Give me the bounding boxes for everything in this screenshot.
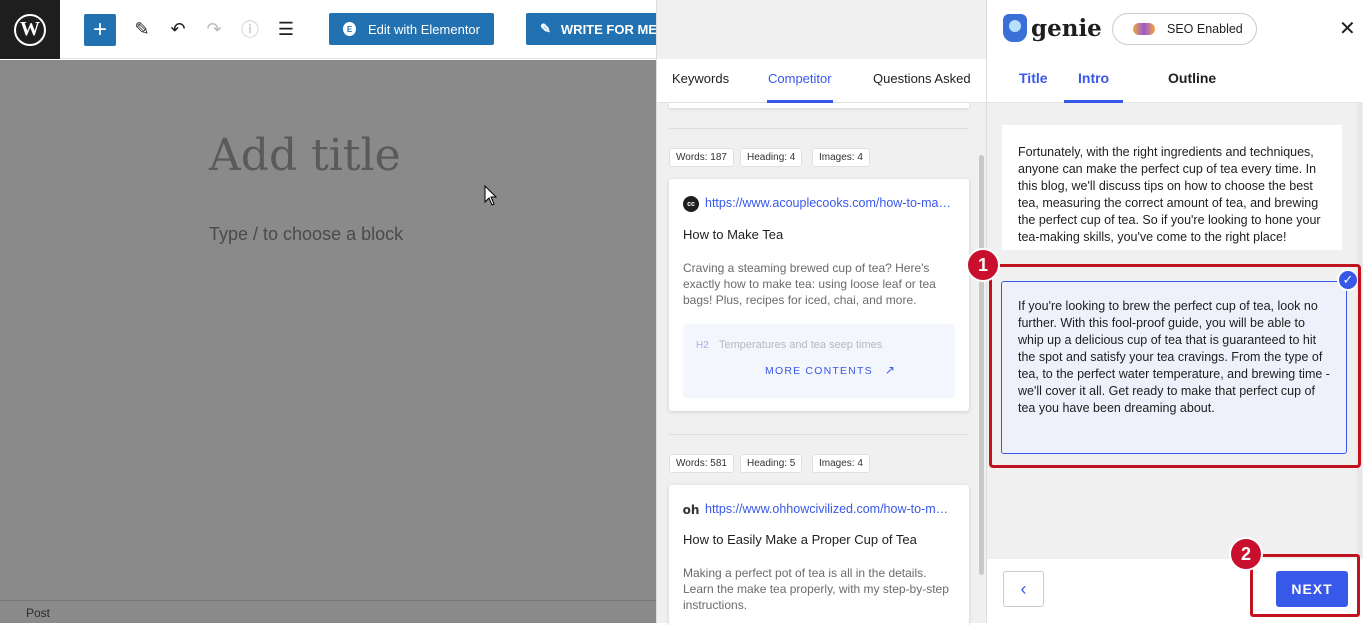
block-placeholder[interactable]: Type / to choose a block xyxy=(209,224,403,245)
panel-scrollbar[interactable] xyxy=(979,155,984,575)
mouse-cursor xyxy=(484,185,498,206)
heading-text: Temperatures and tea seep times xyxy=(719,339,883,351)
wordpress-icon: W xyxy=(14,13,46,46)
write-for-me-label: WRITE FOR ME xyxy=(560,21,656,37)
tab-questions-asked[interactable]: Questions Asked xyxy=(873,59,971,103)
image-count-badge: Images: 4 xyxy=(812,148,870,167)
competitor-title: How to Easily Make a Proper Cup of Tea xyxy=(683,532,917,547)
genie-logo: genie xyxy=(1003,14,1102,42)
back-button[interactable]: ‹ xyxy=(1003,571,1044,607)
list-view-icon[interactable]: ☰ xyxy=(274,17,298,41)
external-arrow-icon: ↗ xyxy=(884,363,897,377)
competitor-card: cc https://www.acouplecooks.com/how-to-m… xyxy=(669,179,969,411)
pencil-icon: ✎ xyxy=(540,21,551,36)
write-for-me-button[interactable]: ✎ WRITE FOR ME xyxy=(526,13,656,45)
research-panel: Keywords Competitor Questions Asked Word… xyxy=(656,0,987,625)
more-contents-link[interactable]: MORE CONTENTS ↗ xyxy=(765,363,896,377)
tab-keywords[interactable]: Keywords xyxy=(672,59,729,103)
word-count-badge: Words: 187 xyxy=(669,148,734,167)
gem-icon xyxy=(1133,23,1155,35)
genie-icon xyxy=(1003,14,1027,42)
research-tabs: Keywords Competitor Questions Asked xyxy=(657,59,987,103)
headings-preview: H2 Temperatures and tea seep times MORE … xyxy=(683,324,955,398)
competitor-title: How to Make Tea xyxy=(683,227,784,242)
competitor-description: Making a perfect pot of tea is all in th… xyxy=(683,566,949,612)
elementor-icon: E xyxy=(343,22,356,36)
post-title-input[interactable]: Add title xyxy=(209,130,401,181)
genie-brand: genie xyxy=(1031,14,1102,42)
pen-icon[interactable]: ✎ xyxy=(130,17,154,41)
highlight-box xyxy=(1250,554,1360,617)
edit-elementor-label: Edit with Elementor xyxy=(368,21,480,37)
competitor-card: oh https://www.ohhowcivilized.com/how-to… xyxy=(669,485,969,625)
competitor-url-link[interactable]: https://www.ohhowcivilized.com/how-to-ma… xyxy=(683,502,953,516)
post-breadcrumb[interactable]: Post xyxy=(26,606,50,620)
competitor-description: Craving a steaming brewed cup of tea? He… xyxy=(683,261,936,307)
info-icon[interactable]: ⓘ xyxy=(238,17,262,41)
competitor-url-link[interactable]: https://www.acouplecooks.com/how-to-make… xyxy=(683,196,953,210)
seo-status-label: SEO Enabled xyxy=(1167,22,1243,36)
wordpress-logo[interactable]: W xyxy=(0,0,60,59)
tab-title[interactable]: Title xyxy=(1019,59,1048,103)
previous-card-edge xyxy=(669,103,969,108)
image-count-badge: Images: 4 xyxy=(812,454,870,473)
editor-canvas[interactable]: Add title Type / to choose a block xyxy=(0,60,656,600)
heading-count-badge: Heading: 4 xyxy=(740,148,803,167)
tab-competitor[interactable]: Competitor xyxy=(767,59,833,103)
redo-icon[interactable]: ↷ xyxy=(202,17,226,41)
plus-icon: + xyxy=(92,16,107,43)
tab-intro[interactable]: Intro xyxy=(1064,59,1124,103)
chevron-left-icon: ‹ xyxy=(1020,578,1027,599)
intro-option[interactable]: Fortunately, with the right ingredients … xyxy=(1002,125,1342,250)
divider xyxy=(669,128,969,129)
highlight-box xyxy=(989,264,1361,468)
editor-toolbar: W + ✎ ↶ ↷ ⓘ ☰ E Edit with Elementor ✎ WR… xyxy=(0,0,656,59)
undo-icon[interactable]: ↶ xyxy=(166,17,190,41)
editor-statusbar: Post xyxy=(0,600,656,623)
divider xyxy=(669,434,969,435)
more-contents-label: MORE CONTENTS xyxy=(765,365,873,377)
seo-enabled-toggle[interactable]: SEO Enabled xyxy=(1112,13,1257,45)
word-count-badge: Words: 581 xyxy=(669,454,734,473)
add-block-button[interactable]: + xyxy=(84,14,116,46)
h2-tag: H2 xyxy=(696,340,709,351)
genie-tabs: Title Intro Outline xyxy=(987,59,1363,103)
heading-count-badge: Heading: 5 xyxy=(740,454,803,473)
edit-with-elementor-button[interactable]: E Edit with Elementor xyxy=(329,13,494,45)
close-icon[interactable]: ✕ xyxy=(1339,16,1356,41)
step-badge: 1 xyxy=(966,248,1000,282)
step-badge: 2 xyxy=(1229,537,1263,571)
tab-outline[interactable]: Outline xyxy=(1168,59,1216,103)
